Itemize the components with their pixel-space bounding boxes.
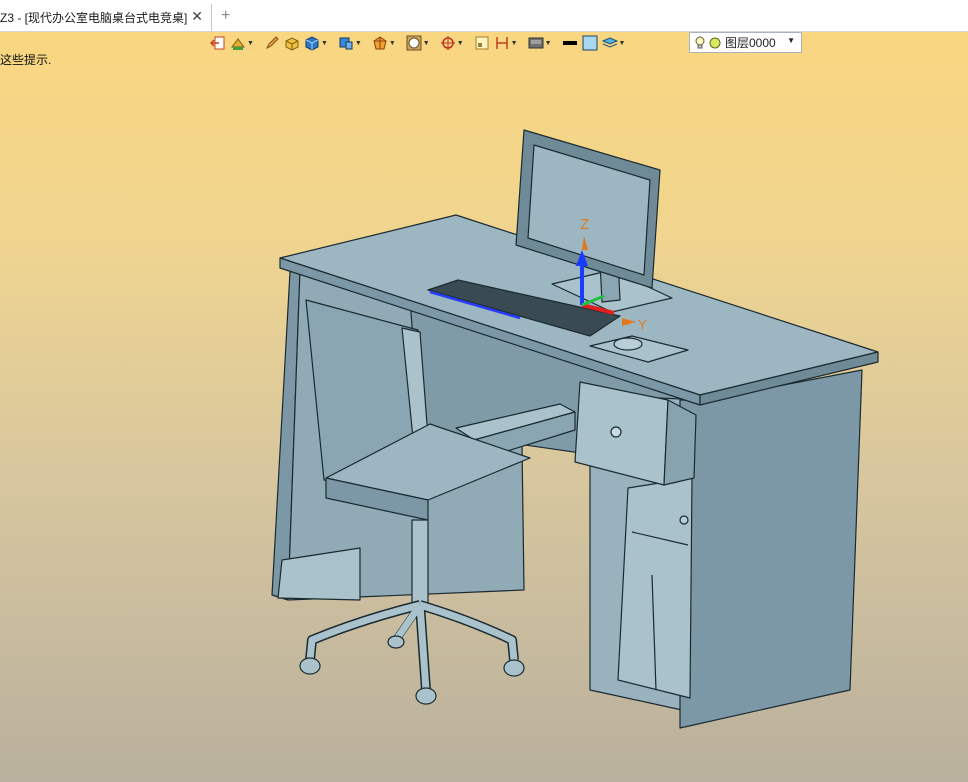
chevron-down-icon[interactable]: ▼	[545, 40, 552, 47]
chair-back-frame	[401, 327, 433, 491]
chair-caster	[415, 687, 437, 705]
chevron-down-icon[interactable]: ▼	[457, 40, 464, 47]
render-icon[interactable]	[406, 35, 422, 51]
tab-document[interactable]: Z3 - [现代办公室电脑桌台式电竞桌] ✕	[0, 4, 212, 31]
desk-modesty-panel	[409, 299, 701, 471]
chevron-down-icon[interactable]: ▼	[423, 40, 430, 47]
desk-left-panel	[271, 269, 301, 601]
model-viewport[interactable]: Z Y	[0, 0, 968, 782]
desk-shelf	[277, 547, 361, 601]
drawer-knob	[610, 426, 622, 438]
solid-icon[interactable]	[304, 35, 320, 51]
desk-left-inner	[287, 269, 525, 601]
layer-name: 图层0000	[725, 36, 776, 50]
frame-icon[interactable]	[474, 35, 490, 51]
close-icon[interactable]: ✕	[191, 8, 203, 25]
chevron-down-icon[interactable]: ▼	[321, 40, 328, 47]
chair-seat-edge	[325, 477, 429, 521]
tab-title: Z3 - [现代办公室电脑桌台式电竞桌]	[0, 11, 188, 25]
lightbulb-icon[interactable]	[694, 36, 706, 50]
cabinet-handle	[631, 531, 689, 546]
chair-back	[305, 299, 431, 491]
orient-icon[interactable]	[372, 35, 388, 51]
coordinate-triad[interactable]: Z Y	[576, 216, 647, 332]
view-toolbar: ▼ ▼ ▼ ▼ ▼ ▼ ▼ ▼ ▼	[208, 32, 633, 54]
monitor-stand-base	[551, 269, 673, 313]
chair-armrest	[455, 403, 576, 441]
add-tab-icon[interactable]: +	[221, 7, 230, 25]
desk-cabinet	[617, 477, 693, 699]
desk-top	[279, 214, 879, 396]
desk-top-edge-front	[279, 257, 701, 406]
chair-armrest-side	[473, 411, 576, 461]
desk-pedestal-side	[679, 369, 863, 729]
chair-caster	[299, 657, 321, 675]
monitor-neck	[599, 257, 621, 303]
monitor-bezel	[515, 129, 661, 289]
layer-select[interactable]: 图层0000 ▼	[689, 32, 802, 53]
chevron-down-icon[interactable]: ▼	[619, 40, 626, 47]
tab-bar: Z3 - [现代办公室电脑桌台式电竞桌] ✕ +	[0, 0, 968, 32]
desk-drawer-side	[663, 399, 697, 486]
chevron-down-icon[interactable]: ▼	[389, 40, 396, 47]
shape-icon[interactable]	[230, 35, 246, 51]
block-icon[interactable]	[284, 35, 300, 51]
part-icon[interactable]	[338, 35, 354, 51]
chair-caster	[503, 659, 525, 677]
pencil-icon[interactable]	[264, 35, 280, 51]
desk-drawer	[574, 381, 669, 486]
chair-base-leg	[418, 600, 519, 661]
target-icon[interactable]	[440, 35, 456, 51]
cabinet-slot	[651, 574, 657, 691]
chair-base-leg	[305, 600, 422, 661]
chevron-down-icon[interactable]: ▼	[787, 36, 795, 45]
hint-text: 这些提示.	[0, 53, 52, 67]
layer-color-icon[interactable]	[709, 37, 721, 49]
chair-base-leg	[415, 604, 431, 691]
chair-caster	[387, 635, 405, 649]
exit-icon[interactable]	[210, 35, 226, 51]
fill-icon[interactable]	[582, 35, 598, 51]
desk-top-edge-side	[699, 351, 879, 406]
color-swatch-icon[interactable]	[562, 35, 578, 51]
mouse-pad	[589, 335, 689, 363]
display-icon[interactable]	[528, 35, 544, 51]
cabinet-knob	[679, 515, 689, 525]
chair-seat	[325, 423, 531, 501]
monitor-screen	[527, 144, 651, 276]
chevron-down-icon[interactable]: ▼	[247, 40, 254, 47]
chevron-down-icon[interactable]: ▼	[511, 40, 518, 47]
axis-z-label: Z	[580, 216, 589, 233]
keyboard-led	[429, 290, 521, 320]
chair-base-leg-fill	[306, 601, 518, 691]
mouse	[613, 337, 643, 351]
chevron-down-icon[interactable]: ▼	[355, 40, 362, 47]
dimension-icon[interactable]	[494, 35, 510, 51]
keyboard	[427, 279, 621, 337]
desk-pedestal-front	[589, 394, 706, 716]
chair-gas-lift	[411, 519, 429, 611]
layer-stack-icon[interactable]	[601, 35, 618, 51]
chair-base-leg	[392, 602, 424, 643]
axis-y-label: Y	[638, 317, 647, 332]
